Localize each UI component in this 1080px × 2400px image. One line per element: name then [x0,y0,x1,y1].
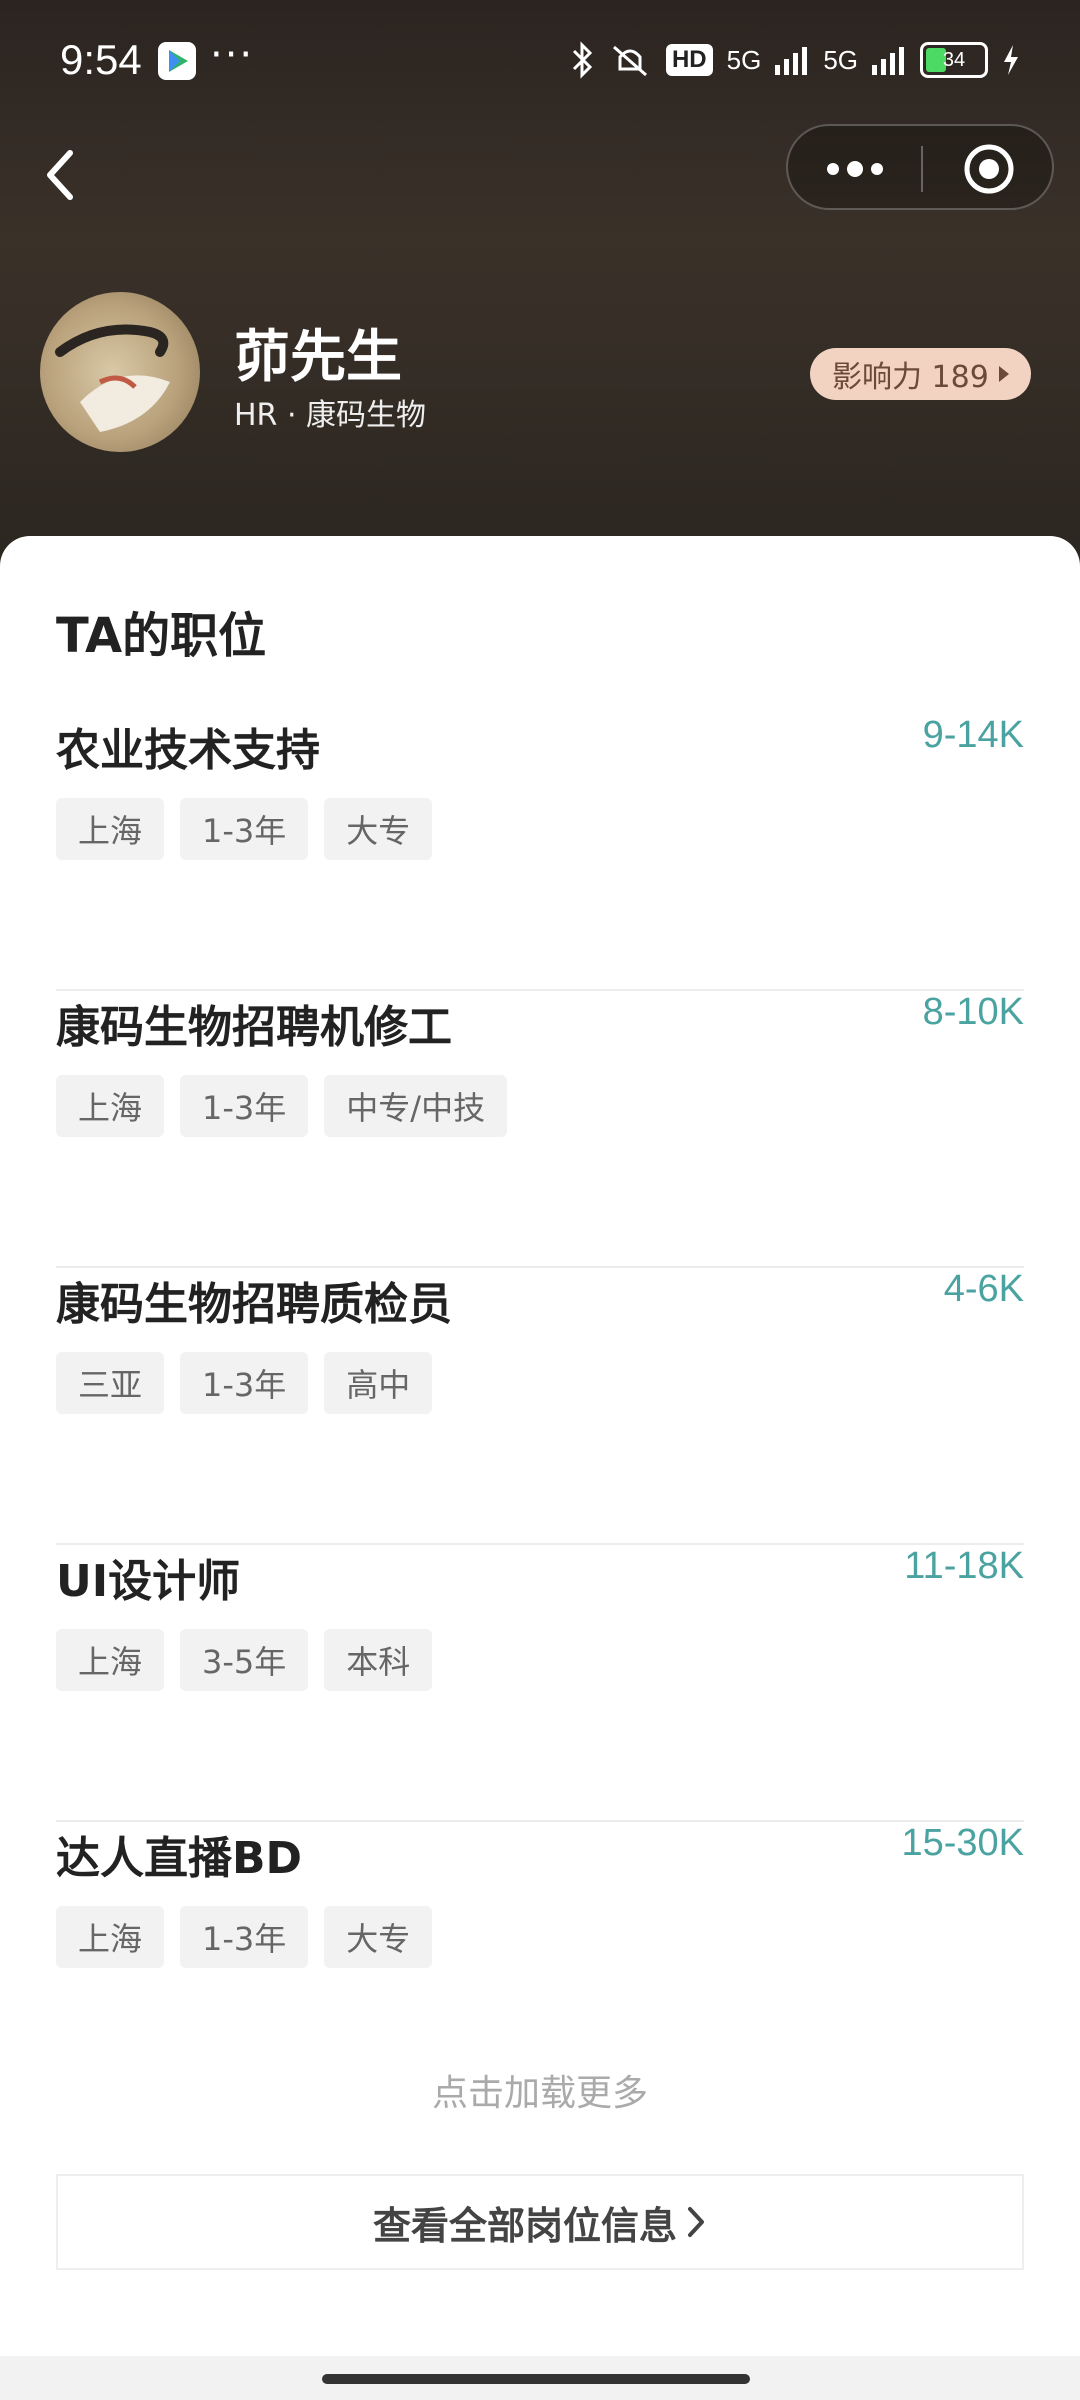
load-more-button[interactable]: 点击加载更多 [0,2064,1080,2116]
tag-education: 大专 [324,1906,433,1968]
status-time: 9:54 [60,36,142,83]
battery-icon: 34 [920,42,988,78]
job-title: 康码生物招聘机修工 [56,1002,452,1053]
tag-education: 高中 [324,1352,433,1414]
job-tags: 三亚 1-3年 高中 [56,1352,433,1414]
miniprogram-capsule [786,124,1054,210]
network-5g-1: 5G [726,44,762,75]
job-item[interactable]: 达人直播BD 15-30K 上海 1-3年 大专 [56,1822,1024,2022]
tag-location: 上海 [56,1629,165,1691]
more-notifications-icon: ··· [210,32,255,78]
job-salary: 8-10K [922,991,1024,1033]
job-item[interactable]: 康码生物招聘质检员 4-6K 三亚 1-3年 高中 [56,1268,1024,1545]
job-tags: 上海 1-3年 大专 [56,1906,433,1968]
play-store-icon [158,42,196,80]
close-miniprogram-button[interactable] [922,126,1056,212]
tag-experience: 1-3年 [180,1906,309,1968]
home-indicator[interactable] [322,2374,750,2384]
recruiter-subtitle: HR · 康码生物 [234,398,427,433]
status-bar: 9:54 ··· HD 5G 5G 34 [0,0,1080,120]
view-all-jobs-button[interactable]: 查看全部岗位信息 [56,2174,1024,2270]
tag-location: 上海 [56,1075,165,1137]
triangle-right-icon [998,366,1009,382]
more-button[interactable] [788,126,922,212]
tag-education: 大专 [324,798,433,860]
job-title: 农业技术支持 [56,725,320,776]
section-title: TA的职位 [56,608,267,664]
recruiter-name: 茆先生 [234,325,402,390]
job-title: UI设计师 [56,1556,241,1607]
job-salary: 15-30K [901,1822,1024,1864]
avatar[interactable] [40,292,200,452]
tag-location: 上海 [56,1906,165,1968]
tag-education: 本科 [324,1629,433,1691]
chevron-right-icon [688,2207,704,2237]
job-tags: 上海 1-3年 中专/中技 [56,1075,508,1137]
tag-experience: 3-5年 [180,1629,309,1691]
job-title: 达人直播BD [56,1833,303,1884]
job-item[interactable]: 康码生物招聘机修工 8-10K 上海 1-3年 中专/中技 [56,991,1024,1268]
tag-experience: 1-3年 [180,1075,309,1137]
influence-badge[interactable]: 影响力 189 [810,348,1031,400]
job-salary: 9-14K [922,714,1024,756]
view-all-label: 查看全部岗位信息 [372,2203,677,2248]
signal-icon [775,47,808,75]
charging-icon [1004,45,1018,75]
tag-education: 中专/中技 [324,1075,508,1137]
tag-experience: 1-3年 [180,1352,309,1414]
jobs-card: TA的职位 农业技术支持 9-14K 上海 1-3年 大专 康码生物招聘机修工 … [0,536,1080,2356]
influence-label: 影响力 189 [832,360,989,395]
avatar-painting-icon [55,324,170,432]
bluetooth-icon [572,41,593,79]
job-salary: 11-18K [904,1545,1024,1587]
profile-header: 9:54 ··· HD 5G 5G 34 茆先生 HR · 康码生物 影响力 1… [0,0,1080,600]
chevron-left-icon [47,150,73,200]
network-5g-2: 5G [823,44,858,75]
job-salary: 4-6K [943,1268,1024,1310]
back-button[interactable] [40,140,90,210]
job-title: 康码生物招聘质检员 [56,1279,452,1330]
signal-icon-2 [872,47,904,75]
hd-badge: HD [665,44,713,76]
target-close-icon [964,144,1014,194]
tag-experience: 1-3年 [180,798,309,860]
job-tags: 上海 1-3年 大专 [56,798,433,860]
tag-location: 三亚 [56,1352,165,1414]
status-icons: HD 5G 5G 34 [570,40,1020,80]
job-tags: 上海 3-5年 本科 [56,1629,433,1691]
more-dots-icon [827,161,883,177]
tag-location: 上海 [56,798,165,860]
job-item[interactable]: UI设计师 11-18K 上海 3-5年 本科 [56,1545,1024,1822]
job-item[interactable]: 农业技术支持 9-14K 上海 1-3年 大专 [56,714,1024,991]
mute-bell-icon [612,45,647,77]
